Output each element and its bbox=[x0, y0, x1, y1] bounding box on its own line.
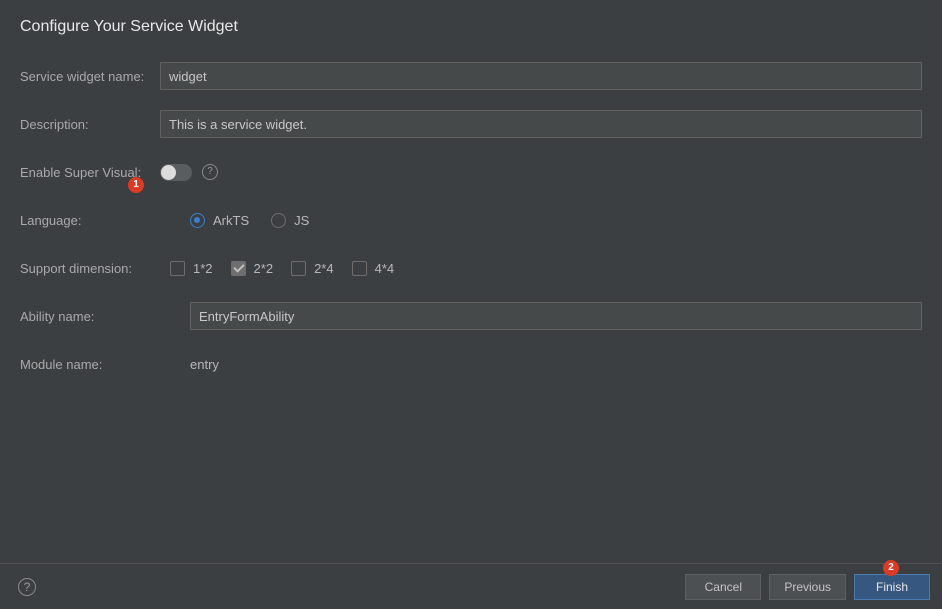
help-icon[interactable]: ? bbox=[202, 164, 218, 180]
radio-label-js: JS bbox=[294, 213, 309, 228]
check-4x4[interactable]: 4*4 bbox=[352, 261, 395, 276]
check-label-2x2: 2*2 bbox=[254, 261, 274, 276]
check-label-2x4: 2*4 bbox=[314, 261, 334, 276]
check-label-4x4: 4*4 bbox=[375, 261, 395, 276]
check-label-1x2: 1*2 bbox=[193, 261, 213, 276]
label-dimension: Support dimension: bbox=[20, 261, 160, 276]
row-description: Description: bbox=[20, 110, 922, 138]
row-dimension: Support dimension: 1*2 2*2 2*4 4*4 bbox=[20, 254, 922, 282]
label-ability-name: Ability name: bbox=[20, 309, 160, 324]
label-widget-name: Service widget name: bbox=[20, 69, 160, 84]
row-widget-name: Service widget name: bbox=[20, 62, 922, 90]
row-ability-name: Ability name: bbox=[20, 302, 922, 330]
input-widget-name[interactable] bbox=[160, 62, 922, 90]
row-super-visual: Enable Super Visual: ? bbox=[20, 158, 922, 186]
checkbox-icon bbox=[231, 261, 246, 276]
cancel-button[interactable]: Cancel bbox=[685, 574, 761, 600]
finish-button[interactable]: Finish bbox=[854, 574, 930, 600]
value-module-name: entry bbox=[160, 357, 219, 372]
previous-button[interactable]: Previous bbox=[769, 574, 846, 600]
input-description[interactable] bbox=[160, 110, 922, 138]
row-module-name: Module name: entry bbox=[20, 350, 922, 378]
annotation-marker-1: 1 bbox=[128, 177, 144, 193]
input-ability-name[interactable] bbox=[190, 302, 922, 330]
check-1x2[interactable]: 1*2 bbox=[170, 261, 213, 276]
dialog-title: Configure Your Service Widget bbox=[20, 18, 922, 36]
label-language: Language: bbox=[20, 213, 160, 228]
radio-label-arkts: ArkTS bbox=[213, 213, 249, 228]
toggle-super-visual[interactable] bbox=[160, 164, 192, 181]
radio-arkts[interactable]: ArkTS bbox=[190, 213, 249, 228]
label-module-name: Module name: bbox=[20, 357, 160, 372]
radio-js[interactable]: JS bbox=[271, 213, 309, 228]
checkbox-icon bbox=[291, 261, 306, 276]
radio-circle-icon bbox=[190, 213, 205, 228]
check-2x2[interactable]: 2*2 bbox=[231, 261, 274, 276]
check-2x4[interactable]: 2*4 bbox=[291, 261, 334, 276]
label-description: Description: bbox=[20, 117, 160, 132]
checkbox-icon bbox=[352, 261, 367, 276]
toggle-knob bbox=[161, 165, 176, 180]
checkbox-icon bbox=[170, 261, 185, 276]
row-language: Language: ArkTS JS bbox=[20, 206, 922, 234]
footer-help-icon[interactable]: ? bbox=[18, 578, 36, 596]
annotation-marker-2: 2 bbox=[883, 560, 899, 576]
radio-circle-icon bbox=[271, 213, 286, 228]
dialog-footer: ? Cancel Previous Finish bbox=[0, 563, 942, 609]
